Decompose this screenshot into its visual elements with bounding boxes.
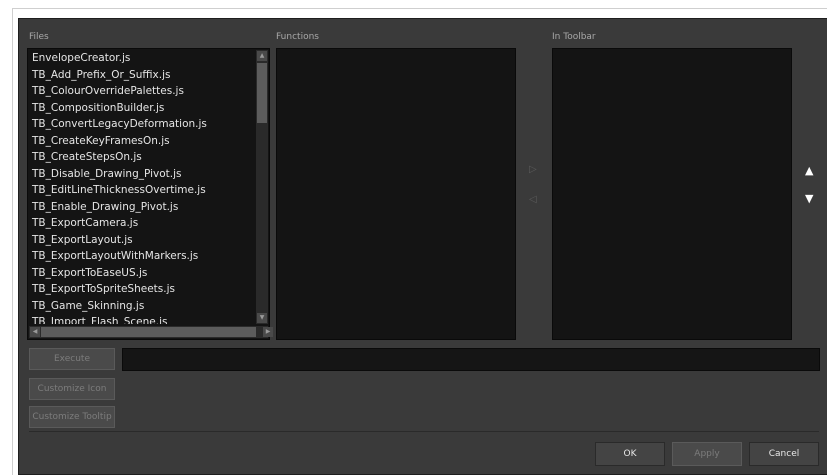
file-list-item[interactable]: TB_EditLineThicknessOvertime.js — [29, 182, 255, 199]
cancel-button[interactable]: Cancel — [749, 442, 819, 466]
files-vertical-scrollbar[interactable]: ▲ ▼ — [256, 50, 268, 324]
move-down-icon[interactable]: ▼ — [805, 192, 813, 205]
in-toolbar-label: In Toolbar — [552, 32, 596, 42]
file-list-item[interactable]: TB_CompositionBuilder.js — [29, 100, 255, 117]
file-list-item[interactable]: TB_Add_Prefix_Or_Suffix.js — [29, 67, 255, 84]
outer-frame-left — [12, 8, 13, 475]
execute-field[interactable] — [122, 348, 820, 371]
in-toolbar-list[interactable] — [552, 48, 792, 340]
functions-list[interactable] — [276, 48, 516, 340]
file-list-item[interactable]: TB_ColourOverridePalettes.js — [29, 83, 255, 100]
scroll-thumb[interactable] — [257, 63, 267, 123]
file-list-item[interactable]: EnvelopeCreator.js — [29, 50, 255, 67]
file-list-item[interactable]: TB_ExportToSpriteSheets.js — [29, 281, 255, 298]
file-list-item[interactable]: TB_CreateKeyFramesOn.js — [29, 133, 255, 150]
outer-frame-top — [12, 8, 827, 9]
file-list-item[interactable]: TB_ExportToEaseUS.js — [29, 265, 255, 282]
ok-button[interactable]: OK — [595, 442, 665, 466]
customize-tooltip-button[interactable]: Customize Tooltip — [29, 406, 115, 428]
scroll-right-icon[interactable]: ▶ — [263, 327, 273, 337]
files-label: Files — [29, 32, 49, 42]
file-list-item[interactable]: TB_CreateStepsOn.js — [29, 149, 255, 166]
file-list-item[interactable]: TB_Enable_Drawing_Pivot.js — [29, 199, 255, 216]
move-up-icon[interactable]: ▲ — [805, 164, 813, 177]
files-list[interactable]: EnvelopeCreator.js TB_Add_Prefix_Or_Suffi… — [29, 50, 255, 324]
scroll-thumb-horizontal[interactable] — [41, 327, 256, 337]
file-list-item[interactable]: TB_ExportLayout.js — [29, 232, 255, 249]
apply-button[interactable]: Apply — [672, 442, 742, 466]
add-to-toolbar-arrow-icon[interactable]: ▷ — [529, 164, 537, 175]
scroll-up-icon[interactable]: ▲ — [257, 51, 267, 61]
remove-from-toolbar-arrow-icon[interactable]: ◁ — [529, 194, 537, 205]
scroll-down-icon[interactable]: ▼ — [257, 313, 267, 323]
files-horizontal-scrollbar[interactable]: ◀ ▶ — [29, 326, 273, 338]
customize-icon-button[interactable]: Customize Icon — [29, 378, 115, 400]
functions-label: Functions — [276, 32, 319, 42]
execute-button[interactable]: Execute — [29, 348, 115, 370]
footer-separator — [29, 431, 819, 432]
file-list-item[interactable]: TB_ExportLayoutWithMarkers.js — [29, 248, 255, 265]
file-list-item[interactable]: TB_ExportCamera.js — [29, 215, 255, 232]
file-list-item[interactable]: TB_Game_Skinning.js — [29, 298, 255, 315]
file-list-item[interactable]: TB_ConvertLegacyDeformation.js — [29, 116, 255, 133]
scroll-left-icon[interactable]: ◀ — [30, 327, 40, 337]
file-list-item[interactable]: TB_Import_Flash_Scene.js — [29, 314, 255, 324]
file-list-item[interactable]: TB_Disable_Drawing_Pivot.js — [29, 166, 255, 183]
